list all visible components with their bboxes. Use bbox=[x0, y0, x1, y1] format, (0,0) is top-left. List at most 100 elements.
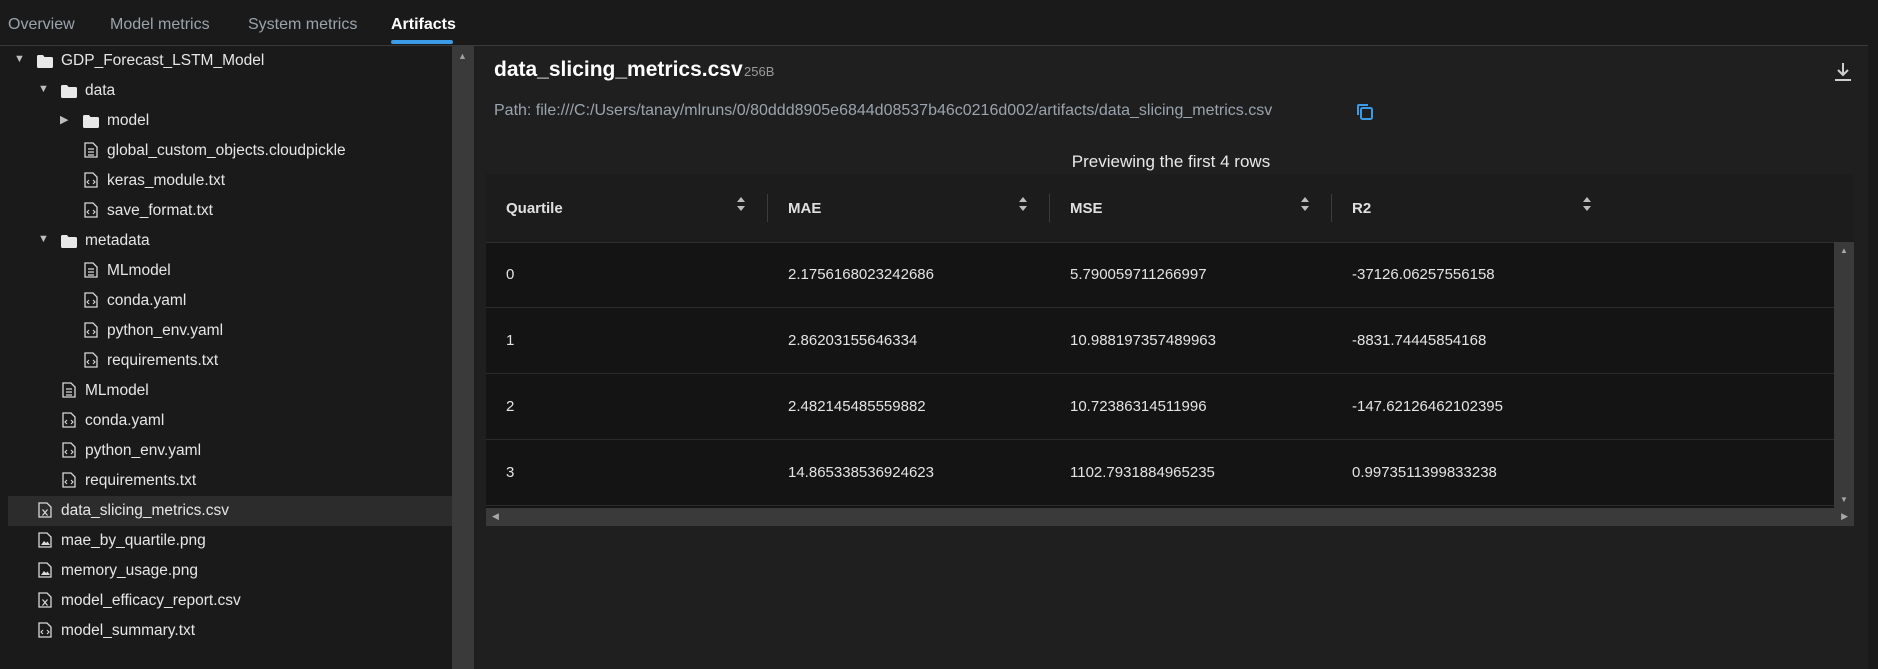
caret-down-icon[interactable]: ▼ bbox=[38, 233, 49, 245]
spreadsheet-file-icon bbox=[38, 502, 52, 518]
tree-file[interactable]: keras_module.txt bbox=[8, 166, 452, 196]
file-name-title: data_slicing_metrics.csv bbox=[494, 58, 743, 81]
tree-item-label: requirements.txt bbox=[85, 472, 197, 489]
tab-model-metrics[interactable]: Model metrics bbox=[110, 16, 210, 34]
code-file-icon bbox=[84, 322, 98, 338]
caret-down-icon[interactable]: ▼ bbox=[14, 53, 25, 65]
table-cell: 1102.7931884965235 bbox=[1070, 464, 1215, 481]
file-icon bbox=[62, 382, 76, 398]
tree-folder[interactable]: ▼ GDP_Forecast_LSTM_Model bbox=[8, 46, 452, 76]
tree-file[interactable]: MLmodel bbox=[8, 256, 452, 286]
tree-file[interactable]: requirements.txt bbox=[8, 346, 452, 376]
table-cell: 5.790059711266997 bbox=[1070, 266, 1207, 283]
tree-file[interactable]: MLmodel bbox=[8, 376, 452, 406]
tree-file[interactable]: global_custom_objects.cloudpickle bbox=[8, 136, 452, 166]
table-cell: 14.865338536924623 bbox=[788, 464, 934, 481]
tree-file[interactable]: model_summary.txt bbox=[8, 616, 452, 646]
code-file-icon bbox=[84, 292, 98, 308]
column-label: R2 bbox=[1352, 200, 1372, 217]
table-row[interactable]: 2 2.482145485559882 10.72386314511996 -147.… bbox=[486, 374, 1834, 440]
artifact-tree: ▼ GDP_Forecast_LSTM_Model ▼ data ▶ model globa… bbox=[0, 46, 452, 669]
code-file-icon bbox=[62, 412, 76, 428]
file-icon bbox=[84, 142, 98, 158]
tree-file[interactable]: mae_by_quartile.png bbox=[8, 526, 452, 556]
scroll-right-icon[interactable]: ▶ bbox=[1841, 511, 1848, 522]
tree-item-label: data_slicing_metrics.csv bbox=[61, 502, 229, 519]
table-cell: 2.86203155646334 bbox=[788, 332, 918, 349]
code-file-icon bbox=[84, 202, 98, 218]
tree-item-label: metadata bbox=[85, 232, 150, 249]
column-header-quartile[interactable]: Quartile bbox=[486, 174, 768, 242]
scroll-up-icon[interactable]: ▲ bbox=[1840, 246, 1848, 255]
tree-folder[interactable]: ▼ data bbox=[8, 76, 452, 106]
table-cell: -147.62126462102395 bbox=[1352, 398, 1503, 415]
table-cell: 10.988197357489963 bbox=[1070, 332, 1216, 349]
tree-item-label: mae_by_quartile.png bbox=[61, 532, 206, 549]
table-horizontal-scrollbar[interactable]: ◀ ▶ bbox=[486, 508, 1854, 526]
caret-right-icon[interactable]: ▶ bbox=[60, 113, 68, 126]
tree-scrollbar[interactable]: ▲ bbox=[452, 46, 474, 669]
tree-folder[interactable]: ▶ model bbox=[8, 106, 452, 136]
scroll-left-icon[interactable]: ◀ bbox=[492, 511, 499, 522]
sort-icon[interactable] bbox=[1582, 196, 1592, 216]
table-row[interactable]: 3 14.865338536924623 1102.7931884965235 0.9… bbox=[486, 440, 1834, 506]
tab-artifacts[interactable]: Artifacts bbox=[391, 16, 456, 34]
csv-table: Quartile MAE MSE R2 0 2.1756168023242686 5… bbox=[486, 174, 1854, 526]
tree-file[interactable]: conda.yaml bbox=[8, 286, 452, 316]
tree-item-label: GDP_Forecast_LSTM_Model bbox=[61, 52, 265, 69]
column-header-mae[interactable]: MAE bbox=[768, 174, 1050, 242]
file-icon bbox=[84, 262, 98, 278]
tree-item-label: conda.yaml bbox=[85, 412, 165, 429]
sort-icon[interactable] bbox=[1018, 196, 1028, 216]
table-cell: 0.9973511399833238 bbox=[1352, 464, 1497, 481]
tree-item-label: keras_module.txt bbox=[107, 172, 226, 189]
tab-system-metrics[interactable]: System metrics bbox=[248, 16, 357, 34]
table-cell: 1 bbox=[506, 332, 515, 349]
caret-down-icon[interactable]: ▼ bbox=[38, 83, 49, 95]
tree-file[interactable]: save_format.txt bbox=[8, 196, 452, 226]
folder-icon bbox=[61, 235, 77, 248]
folder-icon bbox=[37, 55, 53, 68]
table-cell: 10.72386314511996 bbox=[1070, 398, 1207, 415]
tree-item-label: memory_usage.png bbox=[61, 562, 198, 579]
column-label: MSE bbox=[1070, 200, 1103, 217]
table-cell: -37126.06257556158 bbox=[1352, 266, 1495, 283]
tree-file[interactable]: model_efficacy_report.csv bbox=[8, 586, 452, 616]
preview-caption: Previewing the first 4 rows bbox=[1071, 152, 1271, 171]
tree-file[interactable]: conda.yaml bbox=[8, 406, 452, 436]
tree-item-label: MLmodel bbox=[85, 382, 149, 399]
tree-folder[interactable]: ▼ metadata bbox=[8, 226, 452, 256]
download-icon[interactable] bbox=[1832, 60, 1854, 84]
image-file-icon bbox=[38, 532, 52, 548]
tree-item-label: global_custom_objects.cloudpickle bbox=[107, 142, 346, 159]
table-vertical-scrollbar[interactable]: ▲ ▼ bbox=[1834, 242, 1854, 508]
column-label: MAE bbox=[788, 200, 822, 217]
sort-icon[interactable] bbox=[1300, 196, 1310, 216]
copy-icon[interactable] bbox=[1355, 102, 1375, 122]
tree-file[interactable]: data_slicing_metrics.csv bbox=[8, 496, 452, 526]
table-row[interactable]: 0 2.1756168023242686 5.790059711266997 -371… bbox=[486, 242, 1834, 308]
table-row[interactable]: 1 2.86203155646334 10.988197357489963 -8831… bbox=[486, 308, 1834, 374]
tree-item-label: MLmodel bbox=[107, 262, 171, 279]
artifact-preview-panel: data_slicing_metrics.csv 256B Path: file… bbox=[474, 46, 1868, 669]
tab-overview[interactable]: Overview bbox=[8, 16, 75, 34]
scroll-up-icon[interactable]: ▲ bbox=[458, 51, 467, 61]
code-file-icon bbox=[84, 172, 98, 188]
tree-file[interactable]: python_env.yaml bbox=[8, 436, 452, 466]
tree-file[interactable]: requirements.txt bbox=[8, 466, 452, 496]
tree-item-label: save_format.txt bbox=[107, 202, 213, 219]
scroll-down-icon[interactable]: ▼ bbox=[1840, 495, 1848, 504]
tree-file[interactable]: python_env.yaml bbox=[8, 316, 452, 346]
file-size-badge: 256B bbox=[744, 64, 775, 79]
column-label: Quartile bbox=[506, 200, 563, 217]
folder-icon bbox=[83, 115, 99, 128]
sort-icon[interactable] bbox=[736, 196, 746, 216]
column-header-mse[interactable]: MSE bbox=[1050, 174, 1332, 242]
code-file-icon bbox=[38, 622, 52, 638]
tree-item-label: requirements.txt bbox=[107, 352, 219, 369]
column-header-r2[interactable]: R2 bbox=[1332, 174, 1614, 242]
folder-icon bbox=[61, 85, 77, 98]
image-file-icon bbox=[38, 562, 52, 578]
tree-file[interactable]: memory_usage.png bbox=[8, 556, 452, 586]
tree-item-label: model_efficacy_report.csv bbox=[61, 592, 241, 609]
